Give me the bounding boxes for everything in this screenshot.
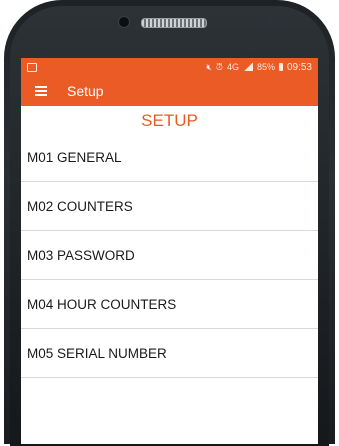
status-bar: 🔇︎ ⏰︎ 4G 85% 09:53 <box>21 58 318 76</box>
status-right: 🔇︎ ⏰︎ 4G 85% 09:53 <box>206 61 312 73</box>
menu-item-password[interactable]: M03 PASSWORD <box>21 231 318 280</box>
toolbar-title: Setup <box>67 83 104 99</box>
menu-item-label: M03 PASSWORD <box>27 247 135 263</box>
menu-item-general[interactable]: M01 GENERAL <box>21 134 318 182</box>
status-left <box>27 62 37 72</box>
menu-item-label: M02 COUNTERS <box>27 198 133 214</box>
menu-item-counters[interactable]: M02 COUNTERS <box>21 182 318 231</box>
setup-menu-list: M01 GENERAL M02 COUNTERS M03 PASSWORD M0… <box>21 134 318 378</box>
earpiece-speaker <box>141 18 207 28</box>
menu-item-serial-number[interactable]: M05 SERIAL NUMBER <box>21 329 318 378</box>
signal-icon <box>242 63 253 71</box>
menu-item-label: M01 GENERAL <box>27 150 122 165</box>
notification-icon <box>27 62 37 72</box>
alarm-icon: ⏰︎ <box>215 61 223 72</box>
phone-frame: 🔇︎ ⏰︎ 4G 85% 09:53 Setup SETUP M01 GENER… <box>0 0 339 446</box>
menu-icon[interactable] <box>35 86 47 96</box>
menu-item-label: M04 HOUR COUNTERS <box>27 296 177 312</box>
network-type-label: 4G <box>226 61 239 72</box>
mute-icon: 🔇︎ <box>206 61 212 72</box>
status-time: 09:53 <box>286 61 312 73</box>
page-title: SETUP <box>141 111 198 130</box>
front-camera-icon <box>118 16 130 28</box>
battery-percent: 85% <box>256 61 275 72</box>
device-screen: 🔇︎ ⏰︎ 4G 85% 09:53 Setup SETUP M01 GENER… <box>21 58 318 444</box>
app-toolbar: Setup <box>21 76 318 106</box>
battery-icon <box>278 63 283 71</box>
menu-item-hour-counters[interactable]: M04 HOUR COUNTERS <box>21 280 318 329</box>
menu-item-label: M05 SERIAL NUMBER <box>27 345 167 361</box>
proximity-sensor-icon <box>268 17 274 23</box>
